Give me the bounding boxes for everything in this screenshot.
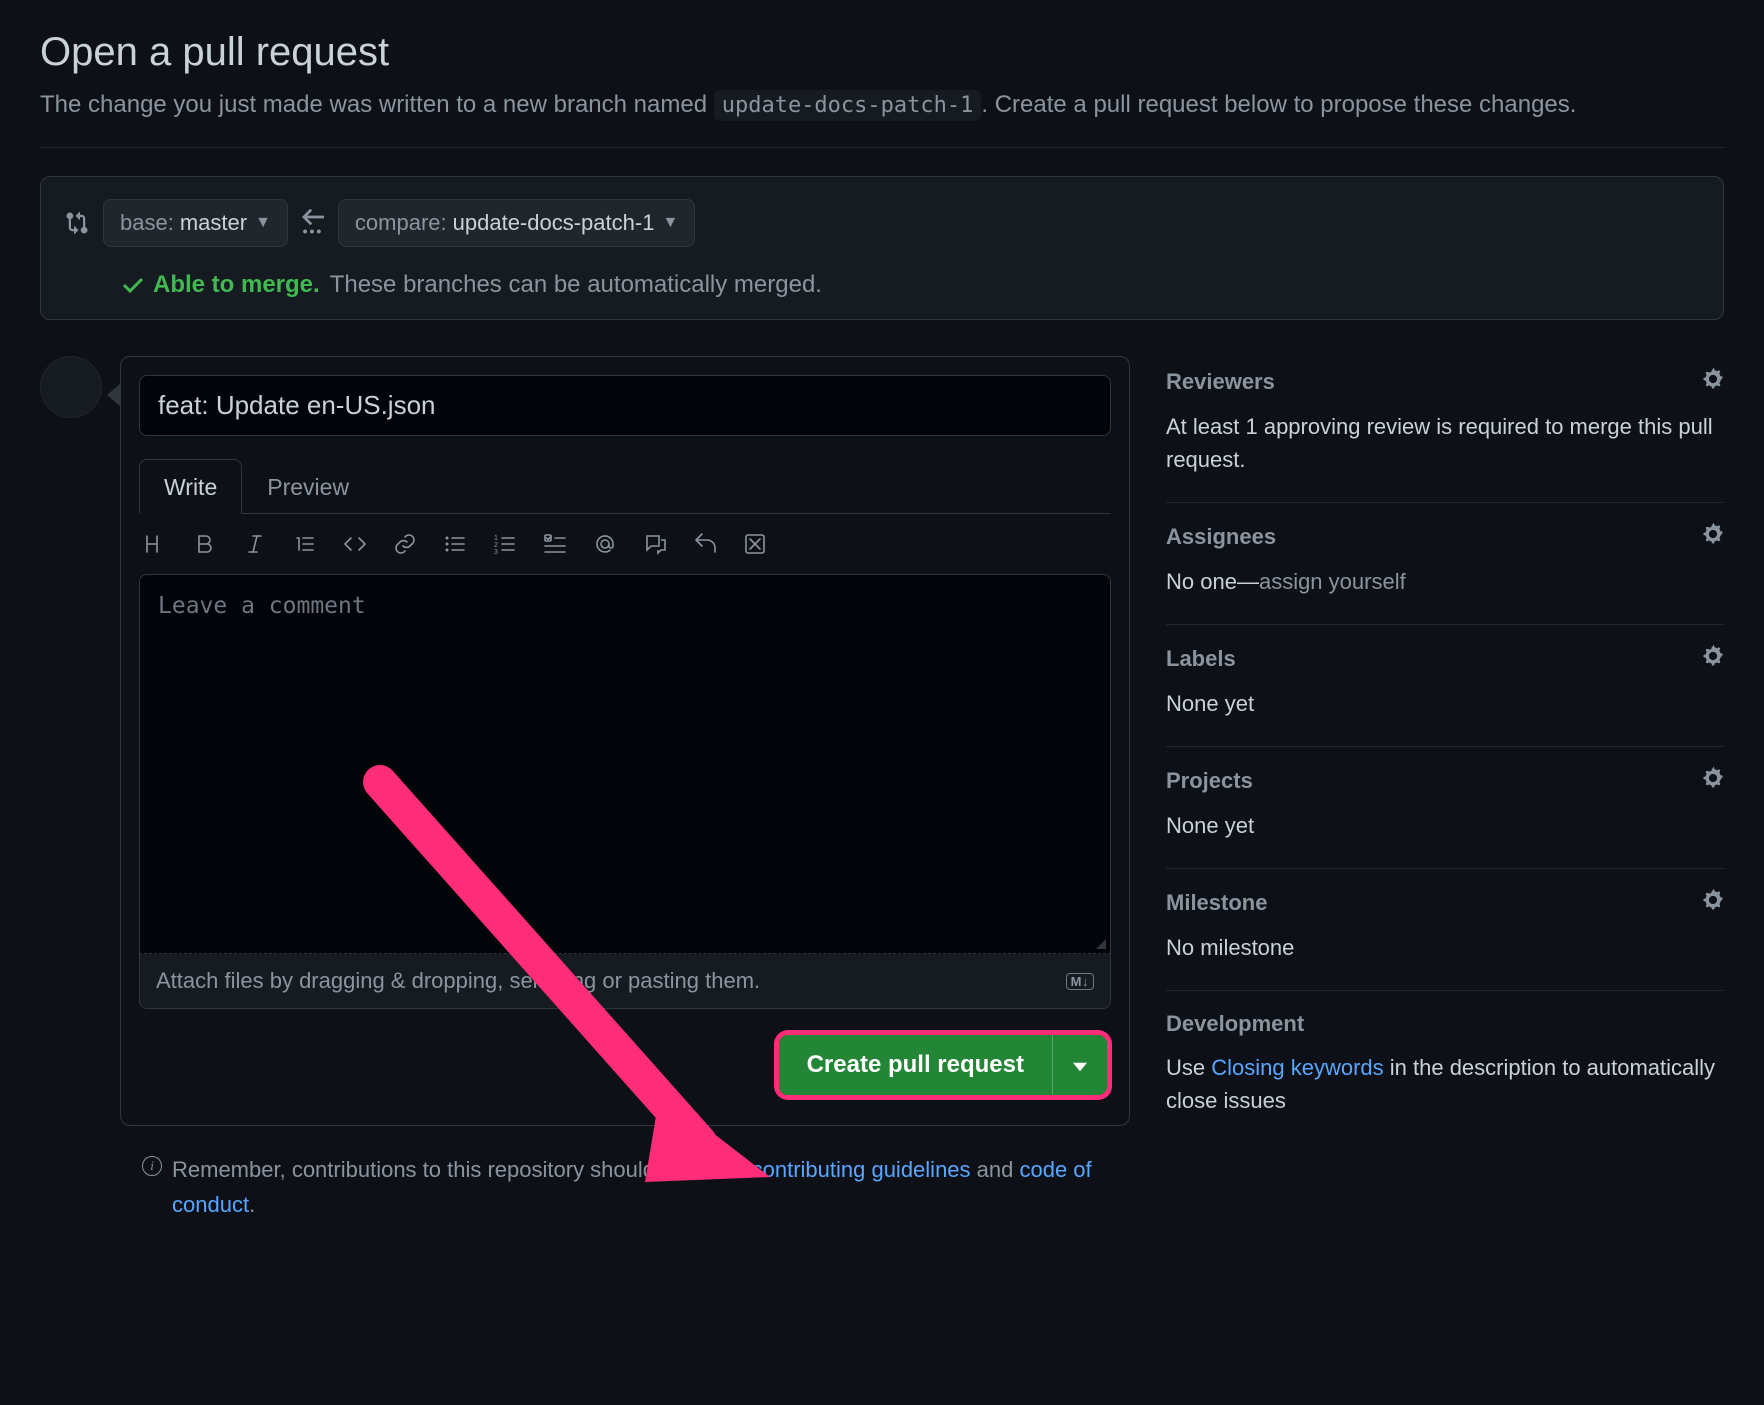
- svg-text:2: 2: [494, 542, 498, 549]
- projects-body: None yet: [1166, 809, 1724, 842]
- tab-preview[interactable]: Preview: [242, 459, 374, 514]
- sidebar-reviewers: Reviewers At least 1 approving review is…: [1166, 360, 1724, 503]
- attach-bar[interactable]: Attach files by dragging & dropping, sel…: [139, 954, 1111, 1009]
- labels-body: None yet: [1166, 687, 1724, 720]
- gear-icon[interactable]: [1702, 368, 1724, 396]
- svg-text:3: 3: [494, 549, 498, 556]
- footnote-prefix: Remember, contributions to this reposito…: [172, 1157, 752, 1182]
- pr-form: Write Preview 123: [120, 356, 1130, 1126]
- assignees-title: Assignees: [1166, 524, 1276, 550]
- sidebar: Reviewers At least 1 approving review is…: [1166, 356, 1724, 1222]
- comment-textarea[interactable]: [140, 575, 1110, 953]
- ordered-list-icon[interactable]: 123: [493, 532, 517, 556]
- tab-write[interactable]: Write: [139, 459, 242, 514]
- sidebar-development: Development Use Closing keywords in the …: [1166, 991, 1724, 1143]
- git-compare-icon: [65, 211, 89, 235]
- development-prefix: Use: [1166, 1055, 1211, 1080]
- reviewers-body: At least 1 approving review is required …: [1166, 410, 1724, 476]
- milestone-body: No milestone: [1166, 931, 1724, 964]
- svg-text:1: 1: [494, 535, 498, 542]
- closing-keywords-link[interactable]: Closing keywords: [1211, 1055, 1383, 1080]
- diff-icon[interactable]: [743, 532, 767, 556]
- sidebar-labels: Labels None yet: [1166, 625, 1724, 747]
- markdown-badge-icon[interactable]: M↓: [1066, 973, 1094, 990]
- development-title: Development: [1166, 1011, 1304, 1037]
- markdown-toolbar: 123: [121, 514, 1129, 574]
- avatar: [40, 356, 102, 418]
- code-icon[interactable]: [343, 532, 367, 556]
- heading-icon[interactable]: [143, 532, 167, 556]
- resize-grip[interactable]: [1092, 935, 1106, 949]
- contributing-guidelines-link[interactable]: contributing guidelines: [752, 1157, 971, 1182]
- create-pull-request-dropdown[interactable]: [1052, 1035, 1107, 1095]
- projects-title: Projects: [1166, 768, 1253, 794]
- check-icon: [121, 273, 145, 297]
- assignees-prefix: No one—: [1166, 569, 1259, 594]
- base-label: base:: [120, 210, 174, 236]
- caret-down-icon: ▼: [662, 214, 678, 232]
- compare-branch-select[interactable]: compare: update-docs-patch-1 ▼: [338, 199, 695, 247]
- page-subtitle: The change you just made was written to …: [40, 87, 1724, 123]
- base-branch-select[interactable]: base: master ▼: [103, 199, 288, 247]
- page-title: Open a pull request: [40, 30, 1724, 75]
- caret-down-icon: ▼: [255, 214, 271, 232]
- unordered-list-icon[interactable]: [443, 532, 467, 556]
- gear-icon[interactable]: [1702, 767, 1724, 795]
- bold-icon[interactable]: [193, 532, 217, 556]
- create-pull-request-button[interactable]: Create pull request: [779, 1035, 1052, 1095]
- pr-title-input[interactable]: [139, 375, 1111, 436]
- subtitle-text-b: . Create a pull request below to propose…: [981, 91, 1576, 118]
- quote-icon[interactable]: [293, 532, 317, 556]
- labels-title: Labels: [1166, 646, 1236, 672]
- merge-description: These branches can be automatically merg…: [330, 271, 822, 299]
- info-icon: i: [142, 1156, 162, 1176]
- contributing-footnote: i Remember, contributions to this reposi…: [142, 1152, 1122, 1222]
- header-divider: [40, 147, 1724, 148]
- create-pr-highlight: Create pull request: [779, 1035, 1107, 1095]
- able-to-merge-label: Able to merge.: [153, 271, 320, 299]
- sidebar-projects: Projects None yet: [1166, 747, 1724, 869]
- italic-icon[interactable]: [243, 532, 267, 556]
- gear-icon[interactable]: [1702, 645, 1724, 673]
- subtitle-text-a: The change you just made was written to …: [40, 91, 714, 118]
- assign-yourself-link[interactable]: assign yourself: [1259, 569, 1406, 594]
- branch-name-code: update-docs-patch-1: [714, 90, 982, 121]
- gear-icon[interactable]: [1702, 523, 1724, 551]
- mention-icon[interactable]: [593, 532, 617, 556]
- link-icon[interactable]: [393, 532, 417, 556]
- base-value: master: [180, 210, 247, 236]
- merge-status: Able to merge. These branches can be aut…: [121, 271, 1699, 299]
- milestone-title: Milestone: [1166, 890, 1267, 916]
- tasklist-icon[interactable]: [543, 532, 567, 556]
- attach-hint: Attach files by dragging & dropping, sel…: [156, 968, 760, 994]
- footnote-suffix: .: [249, 1192, 255, 1217]
- sidebar-milestone: Milestone No milestone: [1166, 869, 1724, 991]
- sidebar-assignees: Assignees No one—assign yourself: [1166, 503, 1724, 625]
- cross-reference-icon[interactable]: [643, 532, 667, 556]
- gear-icon[interactable]: [1702, 889, 1724, 917]
- arrow-left-icon: •••: [302, 208, 324, 237]
- reply-icon[interactable]: [693, 532, 717, 556]
- footnote-mid: and: [971, 1157, 1020, 1182]
- comment-field-wrap: [139, 574, 1111, 954]
- reviewers-title: Reviewers: [1166, 369, 1275, 395]
- compare-label: compare:: [355, 210, 447, 236]
- range-editor: base: master ▼ ••• compare: update-docs-…: [40, 176, 1724, 320]
- compare-value: update-docs-patch-1: [453, 210, 655, 236]
